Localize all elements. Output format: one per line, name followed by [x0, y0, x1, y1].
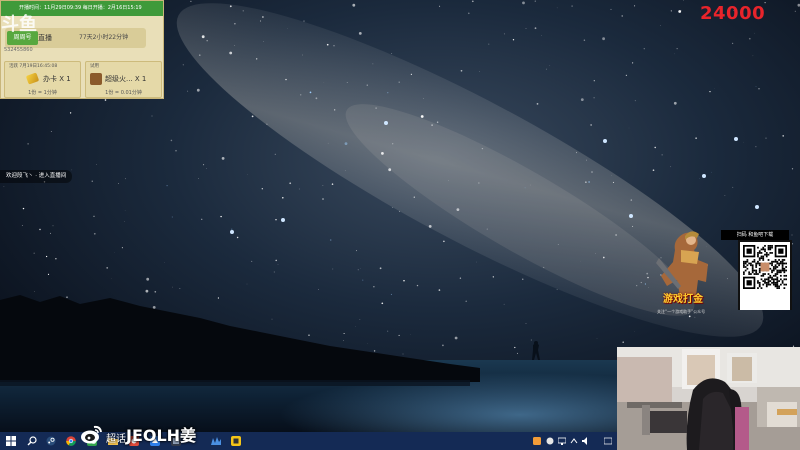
douyu-logo: 斗鱼 — [1, 14, 37, 35]
reward-name: 超级火... X 1 — [105, 75, 147, 83]
tray-keyboard-icon[interactable] — [604, 437, 612, 445]
reward-rate: 1份 = 1分钟 — [28, 90, 57, 96]
reward-card-rocket: 试用 超级火... X 1 1份 = 0.01分钟 — [85, 61, 162, 98]
qr-title: 扫码 和鱼吧下载 — [721, 230, 789, 240]
tray-app-orange-icon[interactable] — [533, 437, 541, 445]
stream-duration: 77天2小时22分钟 — [79, 34, 129, 41]
weibo-prefix: 超话 — [106, 434, 126, 445]
qr-promo: 游戏打金 关注“一个游戏助手”公众号 扫码 和鱼吧下载 — [655, 228, 792, 316]
reward-rate: 1份 = 0.01分钟 — [105, 90, 142, 96]
reward-header: 试用 — [90, 64, 99, 69]
rocket-gift-icon — [90, 73, 102, 85]
weibo-handle: JEOLH姜 — [126, 426, 197, 445]
tray-app-icon[interactable] — [546, 437, 554, 445]
webcam-feed — [617, 347, 800, 450]
app-icon-wave[interactable] — [211, 436, 221, 446]
gold-card-icon — [25, 72, 40, 85]
steam-icon[interactable] — [46, 436, 56, 446]
promo-brand: 游戏打金 — [663, 294, 703, 305]
qr-code-icon — [743, 245, 787, 289]
weibo-icon — [81, 425, 102, 444]
promo-note: 关注“一个游戏助手”公众号 — [657, 309, 706, 314]
app-icon-yellow[interactable] — [231, 436, 241, 446]
streamer-id: 532455860 — [4, 47, 33, 53]
tray-network-icon[interactable] — [558, 437, 566, 445]
stream-event-panel: 开播时间：11月29日09:39 每日开播：2月16日15:19 斗鱼 周周号 … — [0, 0, 164, 99]
chat-welcome-message: 欢迎段飞丶 · 进入直播间 — [0, 170, 73, 183]
tray-volume-icon[interactable] — [582, 437, 590, 445]
tray-chevron-up-icon[interactable] — [570, 437, 578, 445]
reward-name: 办卡 X 1 — [43, 75, 71, 83]
search-icon[interactable] — [27, 436, 37, 446]
chrome-icon[interactable] — [66, 436, 76, 446]
reward-header: 活跃 7月19日16:45:08 — [9, 64, 58, 69]
windows-start-icon[interactable] — [6, 436, 16, 446]
qr-code-box[interactable] — [740, 242, 790, 310]
score-counter: 24000 — [700, 3, 766, 24]
reward-card-card: 活跃 7月19日16:45:08 办卡 X 1 1份 = 1分钟 — [4, 61, 81, 98]
